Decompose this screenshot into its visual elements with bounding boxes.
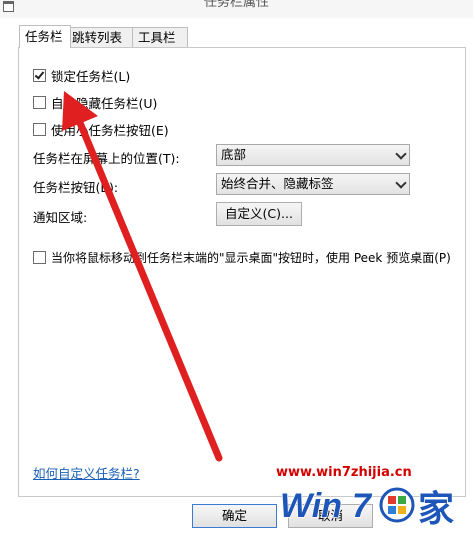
tab-panel [18, 47, 466, 497]
peek-label: 当你将鼠标移动到任务栏末端的"显示桌面"按钮时，使用 Peek 预览桌面(P) [51, 251, 451, 265]
window-title: 任务栏属性 [203, 0, 269, 10]
small-buttons-label: 使用小任务栏按钮(E) [51, 123, 169, 138]
peek-option[interactable]: 当你将鼠标移动到任务栏末端的"显示桌面"按钮时，使用 Peek 预览桌面(P) [33, 249, 451, 266]
chevron-down-icon [395, 148, 407, 160]
logo-circle-icon [379, 487, 415, 523]
watermark-url: www.win7zhijia.cn [276, 465, 412, 480]
check-mark-icon [34, 69, 45, 80]
watermark-logo-icon: Win 7 家 [279, 486, 455, 529]
auto-hide-label: 自动隐藏任务栏(U) [51, 96, 158, 111]
position-label: 任务栏在屏幕上的位置(T): [33, 151, 180, 166]
customize-notification-button[interactable]: 自定义(C)... [216, 202, 302, 226]
chevron-down-icon [395, 177, 407, 189]
position-select[interactable]: 底部 [216, 144, 410, 166]
peek-checkbox[interactable] [33, 251, 46, 264]
title-bar: 任务栏属性 [0, 0, 473, 18]
logo-digit: 7 [352, 487, 373, 525]
tab-taskbar[interactable]: 任务栏 [19, 25, 71, 48]
lock-taskbar-label: 锁定任务栏(L) [51, 69, 131, 84]
small-buttons-checkbox[interactable] [33, 123, 46, 136]
buttons-combine-label: 任务栏按钮(B): [33, 180, 119, 195]
buttons-combine-value: 始终合并、隐藏标签 [221, 176, 334, 191]
help-link[interactable]: 如何自定义任务栏? [33, 463, 140, 482]
small-buttons-option[interactable]: 使用小任务栏按钮(E) [33, 120, 169, 139]
logo-text-right: 家 [418, 489, 454, 529]
lock-taskbar-checkbox[interactable] [33, 69, 46, 82]
tab-toolbars[interactable]: 工具栏 [132, 27, 188, 47]
lock-taskbar-option[interactable]: 锁定任务栏(L) [33, 66, 130, 85]
position-value: 底部 [221, 147, 247, 162]
notification-area-label: 通知区域: [33, 210, 88, 225]
auto-hide-checkbox[interactable] [33, 96, 46, 109]
auto-hide-option[interactable]: 自动隐藏任务栏(U) [33, 93, 157, 112]
logo-text-left: Win [280, 487, 342, 525]
buttons-combine-select[interactable]: 始终合并、隐藏标签 [216, 173, 410, 195]
tab-jump-lists[interactable]: 跳转列表 [66, 27, 139, 47]
ok-button[interactable]: 确定 [192, 504, 277, 528]
